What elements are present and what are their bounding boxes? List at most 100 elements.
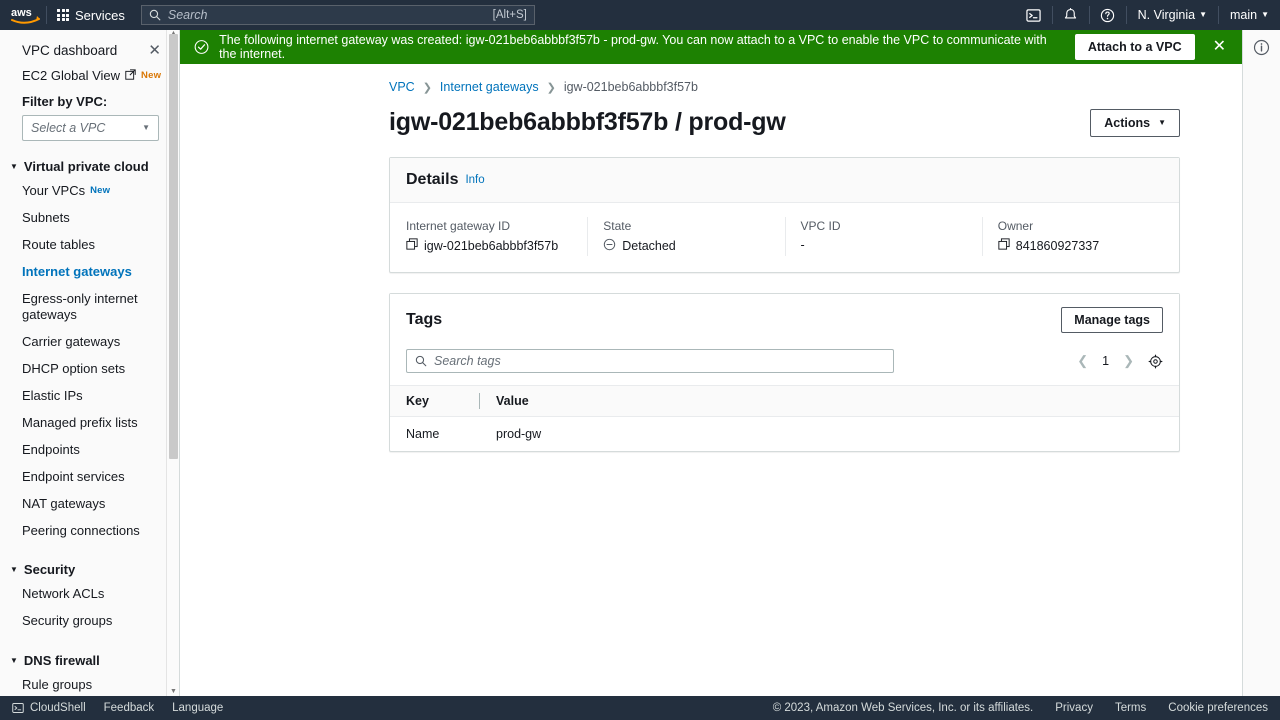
chevron-down-icon: ▼ bbox=[142, 123, 150, 132]
chevron-down-icon: ▼ bbox=[1158, 117, 1166, 127]
detail-label: Owner bbox=[997, 219, 1034, 233]
sidebar-scrollbar-thumb[interactable] bbox=[169, 34, 178, 459]
svg-text:aws: aws bbox=[11, 7, 32, 19]
sidebar-item-security-groups[interactable]: Security groups bbox=[0, 608, 179, 635]
chevron-left-icon[interactable]: ❮ bbox=[1077, 353, 1088, 369]
sidebar-item-carrier-gateways[interactable]: Carrier gateways bbox=[0, 329, 179, 356]
sidebar-item-egress-only-internet-gateways[interactable]: Egress-only internet gateways bbox=[0, 286, 179, 330]
sidebar-item-dhcp-option-sets[interactable]: DHCP option sets bbox=[0, 356, 179, 383]
sidebar-item-label: Managed prefix lists bbox=[22, 415, 138, 431]
copy-icon[interactable] bbox=[406, 238, 418, 253]
sidebar-item-label: EC2 Global View bbox=[22, 68, 121, 83]
page-scroll-area: VPC ❯ Internet gateways ❯ igw-021beb6abb… bbox=[180, 64, 1242, 696]
vpc-filter-select[interactable]: Select a VPC ▼ bbox=[22, 115, 159, 141]
column-header-key[interactable]: Key bbox=[390, 385, 480, 417]
sidebar-title[interactable]: VPC dashboard bbox=[22, 43, 117, 58]
sidebar-item-route-tables[interactable]: Route tables bbox=[0, 232, 179, 259]
chevron-down-icon: ▼ bbox=[1261, 10, 1269, 19]
sidebar-group-label: Virtual private cloud bbox=[23, 159, 149, 174]
sidebar-group-header[interactable]: ▼ Security bbox=[0, 558, 179, 581]
info-circle-icon[interactable] bbox=[1253, 39, 1270, 59]
sidebar-item-network-acls[interactable]: Network ACLs bbox=[0, 581, 179, 608]
footer-feedback-link[interactable]: Feedback bbox=[104, 702, 155, 714]
footer-cloudshell-button[interactable]: CloudShell bbox=[12, 702, 86, 714]
chevron-right-icon: ❯ bbox=[422, 81, 432, 94]
detail-value-row: Detached bbox=[603, 238, 768, 254]
footer-cookie-preferences-link[interactable]: Cookie preferences bbox=[1168, 702, 1268, 714]
table-row[interactable]: Name prod-gw bbox=[390, 417, 1179, 452]
sidebar-item-nat-gateways[interactable]: NAT gateways bbox=[0, 491, 179, 518]
scroll-down-arrow-icon[interactable]: ▼ bbox=[170, 688, 177, 695]
cloudshell-button[interactable] bbox=[1016, 0, 1052, 30]
sidebar-header: VPC dashboard ✕ bbox=[0, 38, 179, 63]
account-selector[interactable]: main ▼ bbox=[1219, 0, 1280, 30]
tag-key-cell: Name bbox=[406, 427, 440, 441]
notifications-button[interactable] bbox=[1053, 0, 1089, 30]
aws-console-page: aws Services [Alt+S] bbox=[0, 0, 1280, 720]
details-grid: Internet gateway ID igw-021beb6abbbf3f57… bbox=[390, 203, 1179, 272]
search-icon bbox=[149, 9, 161, 21]
search-input[interactable] bbox=[167, 8, 486, 22]
region-selector[interactable]: N. Virginia ▼ bbox=[1127, 0, 1218, 30]
status-detached-icon bbox=[603, 238, 616, 254]
sidebar-item-ec2-global-view[interactable]: EC2 Global View New bbox=[0, 63, 179, 88]
sidebar-item-label: Security groups bbox=[22, 613, 113, 629]
sidebar-item-subnets[interactable]: Subnets bbox=[0, 205, 179, 232]
tags-panel: Tags Manage tags ❮ bbox=[389, 293, 1180, 452]
sidebar-group-header[interactable]: ▼ DNS firewall bbox=[0, 649, 179, 672]
breadcrumb: VPC ❯ Internet gateways ❯ igw-021beb6abb… bbox=[180, 64, 1242, 94]
cloudshell-label: CloudShell bbox=[30, 702, 86, 714]
sidebar-scrollbar[interactable]: ▲ ▼ bbox=[166, 30, 179, 696]
tags-search-box[interactable] bbox=[406, 349, 894, 373]
info-link[interactable]: Info bbox=[465, 174, 484, 186]
detail-field-vpc-id: VPC ID - bbox=[784, 217, 982, 256]
detail-label: VPC ID bbox=[800, 219, 841, 233]
sidebar-item-endpoint-services[interactable]: Endpoint services bbox=[0, 464, 179, 491]
actions-button[interactable]: Actions ▼ bbox=[1090, 108, 1180, 137]
table-header-row: Key Value bbox=[390, 385, 1179, 417]
column-header-value[interactable]: Value bbox=[480, 385, 1179, 417]
footer-privacy-link[interactable]: Privacy bbox=[1055, 702, 1093, 714]
breadcrumb-item-vpc[interactable]: VPC bbox=[389, 80, 415, 94]
attach-to-vpc-button[interactable]: Attach to a VPC bbox=[1074, 34, 1195, 60]
global-search-box[interactable]: [Alt+S] bbox=[140, 5, 535, 25]
footer-terms-link[interactable]: Terms bbox=[1115, 702, 1146, 714]
sidebar-item-peering-connections[interactable]: Peering connections bbox=[0, 518, 179, 545]
tags-search-input[interactable] bbox=[434, 354, 885, 368]
aws-logo[interactable]: aws bbox=[0, 5, 46, 25]
detail-label: State bbox=[603, 219, 632, 233]
close-icon[interactable]: ✕ bbox=[1205, 39, 1234, 55]
close-icon[interactable]: ✕ bbox=[146, 43, 163, 58]
footer-language-link[interactable]: Language bbox=[172, 702, 223, 714]
detail-field-internet-gateway-id: Internet gateway ID igw-021beb6abbbf3f57… bbox=[390, 219, 587, 254]
manage-tags-button[interactable]: Manage tags bbox=[1061, 307, 1163, 333]
details-panel-header: Details Info bbox=[390, 158, 1179, 203]
sidebar-item-your-vpcs[interactable]: Your VPCs New bbox=[0, 178, 179, 205]
sidebar-item-rule-groups[interactable]: Rule groups bbox=[0, 672, 179, 696]
chevron-right-icon[interactable]: ❯ bbox=[1123, 353, 1134, 369]
filter-by-vpc-label: Filter by VPC: bbox=[22, 94, 108, 109]
sidebar-group-header[interactable]: ▼ Virtual private cloud bbox=[0, 155, 179, 178]
sidebar-item-endpoints[interactable]: Endpoints bbox=[0, 437, 179, 464]
breadcrumb-item-current: igw-021beb6abbbf3f57b bbox=[563, 80, 698, 94]
gear-icon[interactable] bbox=[1148, 354, 1163, 369]
sidebar-item-managed-prefix-lists[interactable]: Managed prefix lists bbox=[0, 410, 179, 437]
sidebar-item-label: Peering connections bbox=[22, 522, 140, 538]
detail-field-owner: Owner 841860927337 bbox=[981, 217, 1179, 256]
details-panel: Details Info Internet gateway ID igw-021… bbox=[389, 157, 1180, 273]
help-button[interactable] bbox=[1090, 0, 1126, 30]
sidebar-item-label: Egress-only internet gateways bbox=[22, 290, 138, 323]
detail-value-row: - bbox=[801, 238, 966, 252]
top-navigation: aws Services [Alt+S] bbox=[0, 0, 1280, 30]
copy-icon[interactable] bbox=[998, 238, 1010, 253]
services-menu-button[interactable]: Services bbox=[47, 0, 135, 30]
page-header: igw-021beb6abbbf3f57b / prod-gw Actions … bbox=[180, 94, 1242, 137]
page-number[interactable]: 1 bbox=[1102, 354, 1109, 368]
sidebar-item-internet-gateways[interactable]: Internet gateways bbox=[0, 259, 179, 286]
actions-label: Actions bbox=[1104, 115, 1151, 130]
detail-value-row: igw-021beb6abbbf3f57b bbox=[406, 238, 571, 253]
right-info-rail bbox=[1242, 30, 1280, 696]
sidebar-item-label: Carrier gateways bbox=[22, 334, 121, 350]
sidebar-item-elastic-ips[interactable]: Elastic IPs bbox=[0, 383, 179, 410]
breadcrumb-item-internet-gateways[interactable]: Internet gateways bbox=[440, 80, 539, 94]
